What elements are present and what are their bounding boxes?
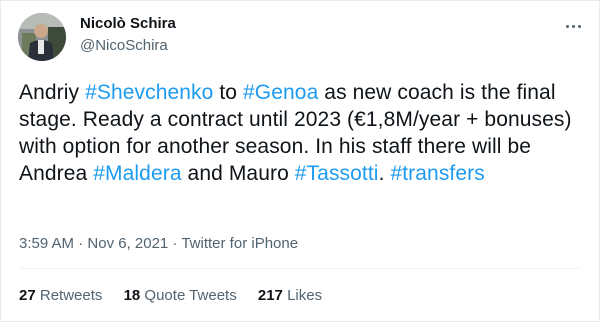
retweets-count: 27 — [19, 287, 36, 304]
meta-separator: · — [168, 235, 182, 252]
timestamp-time[interactable]: 3:59 AM — [19, 235, 74, 252]
username-handle[interactable]: @NicoSchira — [80, 36, 176, 56]
hashtag-link[interactable]: #Maldera — [93, 162, 181, 185]
quote-tweets-label: Quote Tweets — [144, 287, 237, 304]
tweet-source[interactable]: Twitter for iPhone — [181, 235, 298, 252]
retweets-stat[interactable]: 27 Retweets — [19, 286, 102, 306]
tweet-text: Andriy #Shevchenko to #Genoa as new coac… — [19, 79, 585, 187]
likes-count: 217 — [257, 287, 283, 304]
likes-stat[interactable]: 217 Likes — [258, 286, 322, 306]
tweet-text-segment: . — [378, 162, 391, 185]
profile-photo-icon — [18, 13, 66, 61]
tweet-text-segment: to — [213, 81, 244, 104]
quote-tweets-stat[interactable]: 18 Quote Tweets — [124, 286, 237, 306]
tweet-text-segment: Andriy — [19, 81, 86, 104]
meta-separator: · — [74, 235, 88, 252]
hashtag-link[interactable]: #Genoa — [243, 81, 318, 104]
tweet-text-segment: and Mauro — [181, 162, 295, 185]
avatar[interactable] — [18, 13, 66, 61]
display-name[interactable]: Nicolò Schira — [80, 14, 176, 34]
hashtag-link[interactable]: #Shevchenko — [85, 81, 213, 104]
tweet-meta: 3:59 AM · Nov 6, 2021 · Twitter for iPho… — [19, 234, 298, 254]
tweet-stats: 27 Retweets 18 Quote Tweets 217 Likes — [19, 286, 339, 306]
timestamp-date[interactable]: Nov 6, 2021 — [87, 235, 168, 252]
divider — [19, 268, 581, 269]
author-names: Nicolò Schira @NicoSchira — [80, 14, 176, 56]
likes-label: Likes — [287, 287, 323, 304]
tweet-card: Nicolò Schira @NicoSchira Andriy #Shevch… — [0, 0, 600, 322]
hashtag-link[interactable]: #Tassotti — [295, 162, 379, 185]
hashtag-link[interactable]: #transfers — [390, 162, 484, 185]
retweets-label: Retweets — [39, 287, 103, 304]
more-options-icon[interactable] — [561, 15, 585, 39]
quote-tweets-count: 18 — [123, 287, 141, 304]
